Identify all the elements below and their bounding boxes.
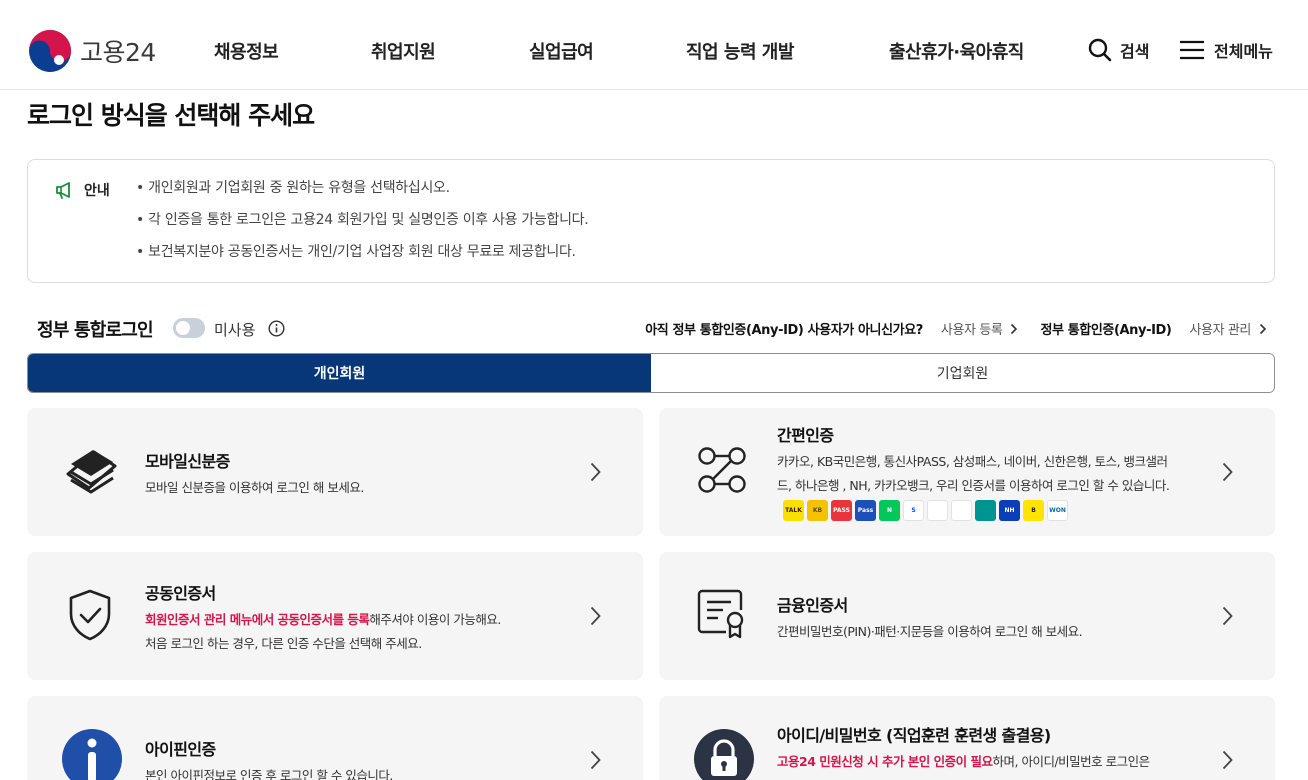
gov-login-toggle[interactable]: [173, 318, 205, 338]
samsung-icon: Pass: [855, 500, 876, 521]
anyid-label: 정부 통합인증(Any-ID): [1040, 323, 1172, 338]
card-title: 공동인증서: [145, 584, 216, 603]
card-desc: 모바일 신분증을 이용하여 로그인 해 보세요.: [145, 480, 364, 495]
card-desc-line2: 처음 로그인 하는 경우, 다른 인증 수단을 선택해 주세요.: [145, 636, 422, 651]
card-desc-highlight: 고용24 민원신청 시 추가 본인 인증이 필요: [777, 754, 993, 769]
search-icon: [1088, 38, 1112, 62]
notice-item: 각 인증을 통한 로그인은 고용24 회원가입 및 실명인증 이후 사용 가능합…: [136, 211, 589, 243]
card-title: 아이핀인증: [145, 740, 216, 759]
chevron-right-icon: [590, 606, 601, 626]
certificate-icon: [697, 589, 744, 639]
notice-item: 개인회원과 기업회원 중 원하는 유형을 선택하십시오.: [136, 179, 588, 211]
kakao-icon: TALK: [783, 500, 804, 521]
search-button[interactable]: 검색: [1088, 38, 1149, 62]
gov-login-status: 미사용: [214, 321, 256, 339]
nh-icon: NH: [999, 500, 1020, 521]
all-menu-label: 전체메뉴: [1214, 42, 1273, 61]
card-title: 아이디/비밀번호 (직업훈련 훈련생 출결용): [777, 726, 1051, 745]
shield-check-icon: [69, 589, 111, 641]
ipin-info-icon: [62, 729, 122, 780]
card-desc: 고용24 민원신청 시 추가 본인 인증이 필요하며, 아이디/비밀번호 로그인…: [777, 750, 1150, 774]
notice-list: 개인회원과 기업회원 중 원하는 유형을 선택하십시오. 각 인증을 통한 로그…: [136, 179, 589, 275]
notice-box: 안내 개인회원과 기업회원 중 원하는 유형을 선택하십시오. 각 인증을 통한…: [27, 159, 1275, 283]
chevron-right-icon: [590, 462, 601, 482]
chevron-right-icon: [1222, 750, 1233, 770]
card-desc-line1: 회원인증서 관리 메뉴에서 공동인증서를 등록해주셔야 이용이 가능해요.: [145, 608, 501, 632]
card-desc-line2: 드, 하나은행 , NH, 카카오뱅크, 우리 인증서를 이용하여 로그인 할 …: [777, 478, 1170, 493]
hana-icon: [975, 500, 996, 521]
card-title: 간편인증: [777, 426, 834, 445]
naver-icon: N: [879, 500, 900, 521]
pass-icon: PASS: [831, 500, 852, 521]
login-card-id-password[interactable]: 아이디/비밀번호 (직업훈련 훈련생 출결용) 고용24 민원신청 시 추가 본…: [659, 696, 1275, 780]
gov-login-row: 정부 통합로그인 미사용 아직 정부 통합인증(Any-ID) 사용자가 아니신…: [37, 314, 1267, 342]
nav-item-vocational-training[interactable]: 직업 능력 개발: [686, 38, 794, 64]
user-register-label: 사용자 등록: [940, 323, 1003, 338]
user-manage-label: 사용자 관리: [1189, 323, 1251, 338]
chevron-right-icon: [590, 750, 601, 770]
simple-auth-provider-icons: TALK KB PASS Pass N S NH B WON: [783, 500, 1071, 521]
nav-item-employment-support[interactable]: 취업지원: [371, 38, 436, 64]
toss-icon: [927, 500, 948, 521]
shinhan-icon: S: [903, 500, 924, 521]
search-label: 검색: [1120, 42, 1150, 61]
woori-icon: WON: [1047, 500, 1068, 521]
login-card-financial-certificate[interactable]: 금융인증서 간편비밀번호(PIN)·패턴·지문등을 이용하여 로그인 해 보세요…: [659, 552, 1275, 680]
login-card-ipin[interactable]: 아이핀인증 본인 아이핀정보로 인증 후 로그인 할 수 있습니다.: [27, 696, 643, 780]
site-header: 고용24 채용정보 취업지원 실업급여 직업 능력 개발 출산휴가·육아휴직 검…: [0, 0, 1308, 90]
card-desc-rest: 해주셔야 이용이 가능해요.: [369, 612, 501, 627]
card-desc: 본인 아이핀정보로 인증 후 로그인 할 수 있습니다.: [145, 768, 393, 780]
page-title: 로그인 방식을 선택해 주세요: [27, 101, 315, 130]
all-menu-button[interactable]: 전체메뉴: [1178, 38, 1273, 62]
chevron-right-icon: [1011, 323, 1018, 334]
card-desc: 간편비밀번호(PIN)·패턴·지문등을 이용하여 로그인 해 보세요.: [777, 624, 1083, 639]
tab-personal[interactable]: 개인회원: [28, 354, 651, 392]
card-title: 금융인증서: [777, 596, 848, 615]
info-icon[interactable]: [268, 320, 285, 337]
login-card-joint-certificate[interactable]: 공동인증서 회원인증서 관리 메뉴에서 공동인증서를 등록해주셔야 이용이 가능…: [27, 552, 643, 680]
anyid-question: 아직 정부 통합인증(Any-ID) 사용자가 아니신가요?: [645, 323, 923, 338]
user-manage-link[interactable]: 사용자 관리: [1189, 319, 1267, 338]
card-title: 모바일신분증: [145, 452, 230, 471]
lock-icon: [694, 729, 754, 780]
card-desc-rest: 하며, 아이디/비밀번호 로그인은: [992, 754, 1151, 769]
notice-label: 안내: [54, 180, 110, 200]
notice-item: 보건복지분야 공동인증서는 개인/기업 사업장 회원 대상 무료로 제공합니다.: [136, 243, 588, 275]
kb-icon: KB: [807, 500, 828, 521]
kakaobank-icon: B: [1023, 500, 1044, 521]
card-desc-line1: 카카오, KB국민은행, 통신사PASS, 삼성패스, 네이버, 신한은행, 토…: [777, 454, 1168, 469]
user-register-link[interactable]: 사용자 등록: [941, 319, 1019, 338]
member-type-tabs: 개인회원 기업회원: [27, 353, 1275, 393]
simple-auth-icon: [698, 447, 746, 493]
toggle-knob: [176, 321, 190, 335]
login-card-mobile-id[interactable]: 모바일신분증 모바일 신분증을 이용하여 로그인 해 보세요.: [27, 408, 643, 536]
nav-item-parental-leave[interactable]: 출산휴가·육아휴직: [889, 38, 1024, 64]
card-desc-highlight: 회원인증서 관리 메뉴에서 공동인증서를 등록: [145, 612, 370, 627]
banksalad-icon: [951, 500, 972, 521]
login-card-simple-auth[interactable]: 간편인증 카카오, KB국민은행, 통신사PASS, 삼성패스, 네이버, 신한…: [659, 408, 1275, 536]
nav-item-jobs[interactable]: 채용정보: [214, 38, 279, 64]
mobile-id-icon: [66, 450, 117, 494]
tab-corporate[interactable]: 기업회원: [651, 354, 1274, 392]
notice-label-text: 안내: [84, 183, 110, 199]
chevron-right-icon: [1222, 606, 1233, 626]
nav-item-unemployment-benefit[interactable]: 실업급여: [529, 38, 594, 64]
megaphone-icon: [56, 182, 70, 199]
gov-login-links: 아직 정부 통합인증(Any-ID) 사용자가 아니신가요? 사용자 등록 정부…: [645, 319, 1267, 338]
gov-login-title: 정부 통합로그인: [37, 320, 154, 341]
chevron-right-icon: [1259, 323, 1267, 334]
chevron-right-icon: [1222, 462, 1233, 482]
hamburger-menu-icon: [1180, 40, 1204, 60]
